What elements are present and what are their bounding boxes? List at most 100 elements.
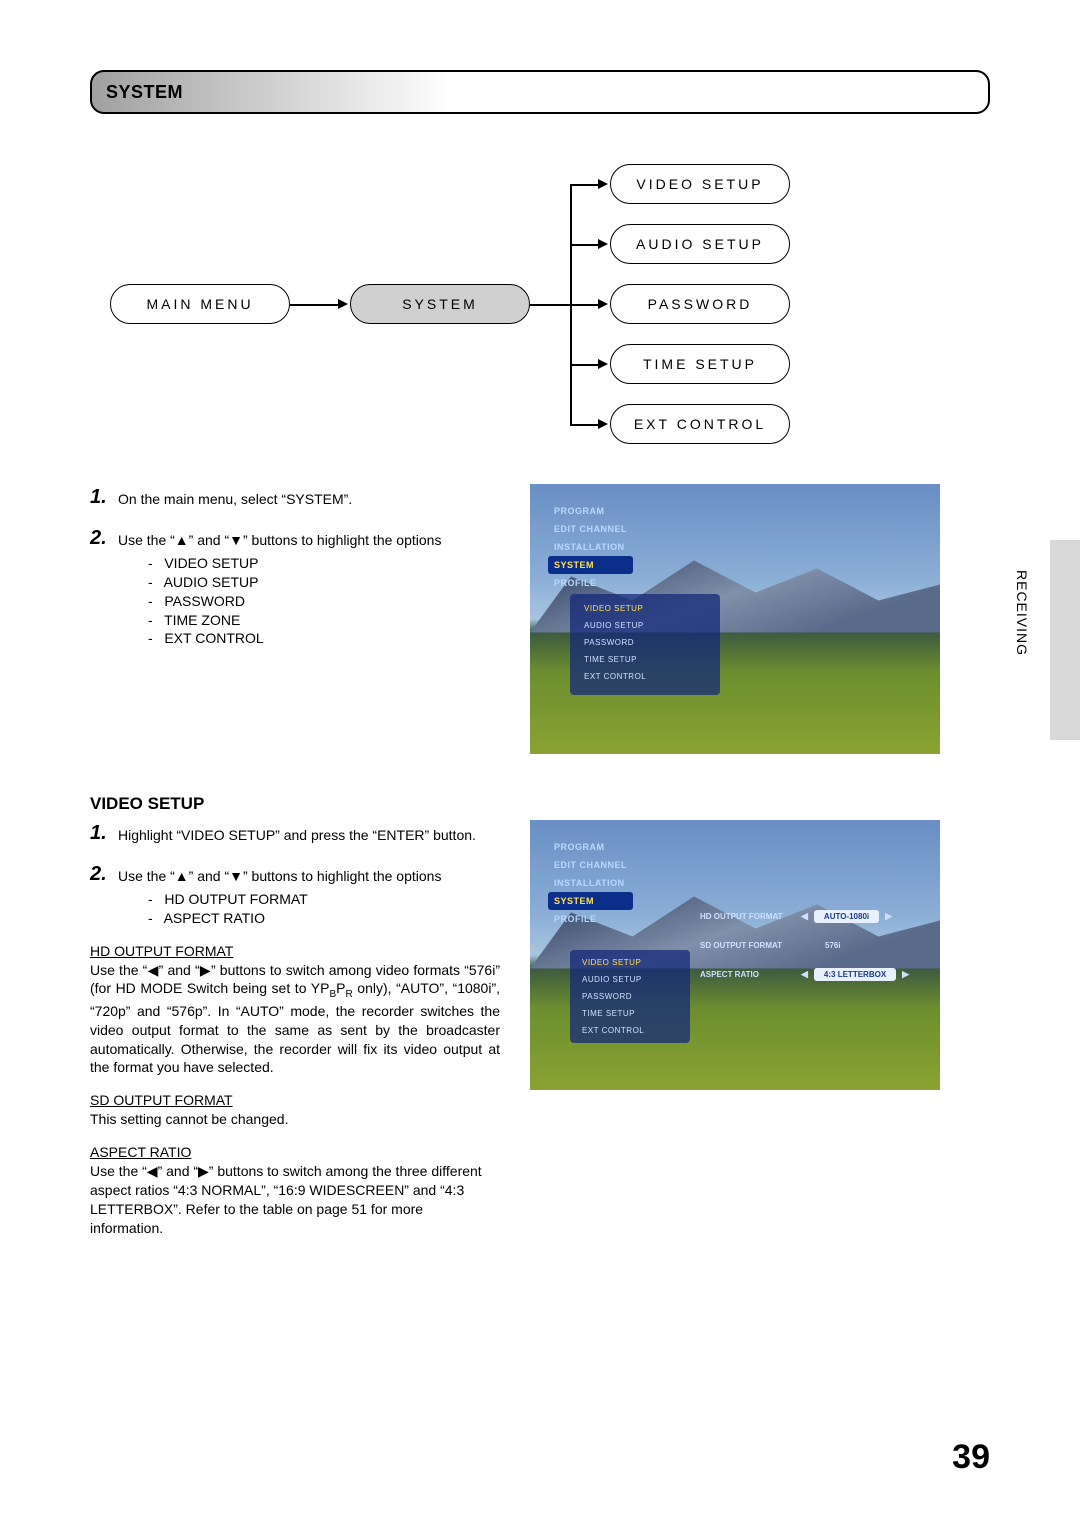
option-item: VIDEO SETUP <box>148 554 500 573</box>
section-header-title: SYSTEM <box>106 82 183 103</box>
osd-setting-label: HD OUTPUT FORMAT <box>700 912 795 921</box>
osd-menu-item: EDIT CHANNEL <box>548 520 633 538</box>
osd-submenu-item: AUDIO SETUP <box>578 617 712 634</box>
osd-setting-value: 4:3 LETTERBOX <box>814 968 896 981</box>
node-ext-control: EXT CONTROL <box>610 404 790 444</box>
connector-line <box>570 184 600 186</box>
arrow-right-icon <box>598 419 608 429</box>
osd-menu-item: INSTALLATION <box>548 538 633 556</box>
osd-menu-item-selected: SYSTEM <box>548 556 633 574</box>
option-item: EXT CONTROL <box>148 629 500 648</box>
osd-main-menu: PROGRAM EDIT CHANNEL INSTALLATION SYSTEM… <box>548 838 633 928</box>
osd-main-menu: PROGRAM EDIT CHANNEL INSTALLATION SYSTEM… <box>548 502 633 592</box>
osd-menu-item: INSTALLATION <box>548 874 633 892</box>
subscript: R <box>346 989 353 1000</box>
osd-setting-row: ASPECT RATIO ◀ 4:3 LETTERBOX ▶ <box>700 968 909 981</box>
connector-line <box>570 244 600 246</box>
step-1: 1. On the main menu, select “SYSTEM”. <box>90 484 500 511</box>
chapter-label: RECEIVING <box>1014 570 1030 656</box>
sd-output-format-body: This setting cannot be changed. <box>90 1110 500 1129</box>
osd-submenu-item: TIME SETUP <box>576 1005 684 1022</box>
option-item: HD OUTPUT FORMAT <box>148 890 500 909</box>
step-text: Use the “▲” and “▼” buttons to highlight… <box>118 861 500 928</box>
option-item: ASPECT RATIO <box>148 909 500 928</box>
osd-settings-panel: HD OUTPUT FORMAT ◀ AUTO-1080i ▶ SD OUTPU… <box>700 910 909 997</box>
option-item: PASSWORD <box>148 592 500 611</box>
arrow-right-icon <box>338 299 348 309</box>
connector-line <box>290 304 340 306</box>
osd-setting-row: HD OUTPUT FORMAT ◀ AUTO-1080i ▶ <box>700 910 909 923</box>
right-arrow-icon: ▶ <box>885 911 892 922</box>
instructions-column: 1. On the main menu, select “SYSTEM”. 2.… <box>90 484 500 754</box>
osd-submenu-item: EXT CONTROL <box>576 1022 684 1039</box>
sd-output-format-label: SD OUTPUT FORMAT <box>90 1091 500 1110</box>
right-arrow-icon: ▶ <box>902 969 909 980</box>
hd-output-format-label: HD OUTPUT FORMAT <box>90 942 500 961</box>
arrow-right-icon <box>598 359 608 369</box>
options-list: HD OUTPUT FORMAT ASPECT RATIO <box>148 890 500 928</box>
osd-submenu-item: VIDEO SETUP <box>576 954 684 971</box>
step-number: 2. <box>90 861 112 928</box>
osd-menu-item: PROGRAM <box>548 838 633 856</box>
node-video-setup: VIDEO SETUP <box>610 164 790 204</box>
node-system: SYSTEM <box>350 284 530 324</box>
left-arrow-icon: ◀ <box>801 911 808 922</box>
screenshot-column: PROGRAM EDIT CHANNEL INSTALLATION SYSTEM… <box>530 820 990 1238</box>
text-run: P <box>336 980 345 996</box>
osd-submenu-item: AUDIO SETUP <box>576 971 684 988</box>
aspect-ratio-body: Use the “◀” and “▶” buttons to switch am… <box>90 1162 500 1238</box>
step-1: 1. Highlight “VIDEO SETUP” and press the… <box>90 820 500 847</box>
menu-hierarchy-diagram: MAIN MENU SYSTEM VIDEO SETUP AUDIO SETUP… <box>90 154 990 454</box>
osd-submenu-item: EXT CONTROL <box>578 668 712 685</box>
section-header-bar: SYSTEM <box>90 70 990 114</box>
connector-line <box>570 424 600 426</box>
osd-screenshot-video-setup: PROGRAM EDIT CHANNEL INSTALLATION SYSTEM… <box>530 820 940 1090</box>
arrow-right-icon <box>598 299 608 309</box>
options-list: VIDEO SETUP AUDIO SETUP PASSWORD TIME ZO… <box>148 554 500 648</box>
osd-submenu-item: PASSWORD <box>578 634 712 651</box>
step-2: 2. Use the “▲” and “▼” buttons to highli… <box>90 861 500 928</box>
step-number: 1. <box>90 484 112 511</box>
step-number: 1. <box>90 820 112 847</box>
arrow-right-icon <box>598 179 608 189</box>
instructions-column: 1. Highlight “VIDEO SETUP” and press the… <box>90 820 500 1238</box>
osd-menu-item-selected: SYSTEM <box>548 892 633 910</box>
option-item: AUDIO SETUP <box>148 573 500 592</box>
osd-submenu-item: PASSWORD <box>576 988 684 1005</box>
step-text: Highlight “VIDEO SETUP” and press the “E… <box>118 820 500 847</box>
osd-menu-item: PROGRAM <box>548 502 633 520</box>
aspect-ratio-label: ASPECT RATIO <box>90 1143 500 1162</box>
left-arrow-icon: ◀ <box>801 969 808 980</box>
step-lead: Use the “▲” and “▼” buttons to highlight… <box>118 532 441 548</box>
osd-submenu: VIDEO SETUP AUDIO SETUP PASSWORD TIME SE… <box>570 950 690 1043</box>
node-time-setup: TIME SETUP <box>610 344 790 384</box>
hd-output-format-body: Use the “◀” and “▶” buttons to switch am… <box>90 961 500 1078</box>
screenshot-column: PROGRAM EDIT CHANNEL INSTALLATION SYSTEM… <box>530 484 990 754</box>
section-system-intro: 1. On the main menu, select “SYSTEM”. 2.… <box>90 484 990 754</box>
osd-menu-item: EDIT CHANNEL <box>548 856 633 874</box>
connector-line <box>530 304 570 306</box>
osd-submenu-item: TIME SETUP <box>578 651 712 668</box>
osd-submenu-item: VIDEO SETUP <box>578 600 712 617</box>
osd-setting-label: ASPECT RATIO <box>700 970 795 979</box>
osd-screenshot-system: PROGRAM EDIT CHANNEL INSTALLATION SYSTEM… <box>530 484 940 754</box>
arrow-right-icon <box>598 239 608 249</box>
osd-setting-value: 576i <box>819 939 847 952</box>
osd-setting-label: SD OUTPUT FORMAT <box>700 941 795 950</box>
step-text: Use the “▲” and “▼” buttons to highlight… <box>118 525 500 648</box>
step-text: On the main menu, select “SYSTEM”. <box>118 484 500 511</box>
page-number: 39 <box>952 1438 990 1477</box>
node-audio-setup: AUDIO SETUP <box>610 224 790 264</box>
osd-menu-item: PROFILE <box>548 910 633 928</box>
osd-submenu: VIDEO SETUP AUDIO SETUP PASSWORD TIME SE… <box>570 594 720 695</box>
option-item: TIME ZONE <box>148 611 500 630</box>
step-2: 2. Use the “▲” and “▼” buttons to highli… <box>90 525 500 648</box>
osd-setting-value: AUTO-1080i <box>814 910 879 923</box>
osd-menu-item: PROFILE <box>548 574 633 592</box>
osd-setting-row: SD OUTPUT FORMAT 576i <box>700 939 909 952</box>
video-setup-heading: VIDEO SETUP <box>90 794 990 814</box>
connector-line <box>570 304 600 306</box>
node-password: PASSWORD <box>610 284 790 324</box>
section-video-setup: 1. Highlight “VIDEO SETUP” and press the… <box>90 820 990 1238</box>
connector-line <box>570 364 600 366</box>
